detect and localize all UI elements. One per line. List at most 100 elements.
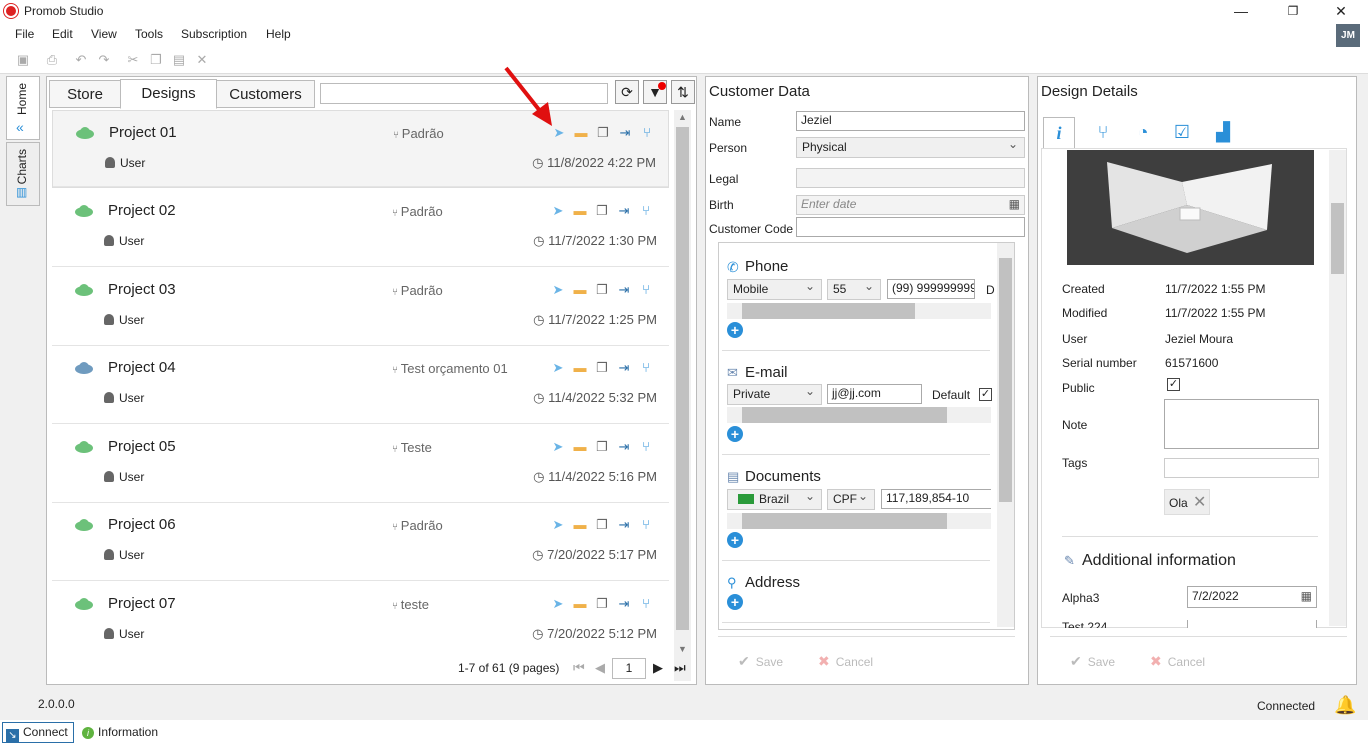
menu-tools[interactable]: Tools [135, 27, 163, 41]
page-number-input[interactable]: 1 [612, 658, 646, 679]
duplicate-icon[interactable]: ❐ [594, 596, 610, 612]
list-scrollbar-thumb[interactable] [676, 127, 689, 630]
add-version-icon[interactable]: ⑂ [638, 439, 654, 455]
tab-store[interactable]: Store [49, 80, 121, 108]
paste-icon[interactable]: ▤ [171, 52, 187, 68]
send-icon[interactable]: ➤ [550, 439, 566, 455]
menu-file[interactable]: File [15, 27, 34, 41]
open-folder-icon[interactable]: ▬ [572, 203, 588, 219]
duplicate-icon[interactable]: ❐ [594, 360, 610, 376]
email-default-checkbox[interactable]: ✓ [979, 388, 992, 401]
alpha3-date-field[interactable]: 7/2/2022 ▦ [1187, 586, 1317, 608]
calendar-icon[interactable]: ▦ [1009, 196, 1020, 213]
redo-icon[interactable]: ↷ [96, 52, 112, 68]
send-icon[interactable]: ➤ [550, 203, 566, 219]
list-item[interactable]: Project 07 User ⑂ teste ◷ 7/20/2022 5:12… [52, 582, 669, 660]
next-field-input[interactable] [1187, 620, 1317, 628]
open-folder-icon[interactable]: ▬ [573, 125, 589, 141]
person-select[interactable]: Physical [796, 135, 1025, 158]
phone-country-code-select[interactable]: 55 [827, 277, 881, 300]
export-icon[interactable]: ⇥ [616, 439, 632, 455]
customer-cancel-button[interactable]: ✖ Cancel [818, 653, 873, 670]
menu-edit[interactable]: Edit [52, 27, 73, 41]
legal-field[interactable] [796, 168, 1025, 188]
open-folder-icon[interactable]: ▬ [572, 596, 588, 612]
phone-number-field[interactable]: (99) 999999999 [887, 279, 975, 299]
send-icon[interactable]: ➤ [550, 596, 566, 612]
contacts-scrollbar-thumb[interactable] [999, 258, 1012, 502]
details-cancel-button[interactable]: ✖ Cancel [1150, 653, 1205, 670]
open-folder-icon[interactable]: ▬ [572, 360, 588, 376]
search-input[interactable] [320, 83, 608, 104]
add-version-icon[interactable]: ⑂ [639, 125, 655, 141]
duplicate-icon[interactable]: ❐ [594, 517, 610, 533]
send-icon[interactable]: ➤ [550, 282, 566, 298]
details-scrollbar-thumb[interactable] [1331, 203, 1344, 274]
copy-icon[interactable]: ❐ [148, 52, 164, 68]
menu-view[interactable]: View [91, 27, 117, 41]
last-page-icon[interactable]: ⏭ [674, 660, 686, 676]
add-address-button[interactable]: + [727, 594, 743, 610]
add-version-icon[interactable]: ⑂ [638, 517, 654, 533]
print-icon[interactable]: ⎙ [44, 52, 60, 68]
export-icon[interactable]: ⇥ [616, 517, 632, 533]
next-page-icon[interactable]: ▶ [653, 660, 663, 676]
phone-hscroll-thumb[interactable] [742, 303, 915, 319]
scroll-up-icon[interactable]: ▲ [678, 112, 687, 122]
email-type-select[interactable]: Private [727, 382, 822, 405]
name-field[interactable]: Jeziel [796, 111, 1025, 131]
documents-hscroll-thumb[interactable] [742, 513, 947, 529]
first-page-icon[interactable]: ⏮ [573, 660, 585, 676]
minimize-button[interactable]: — [1218, 0, 1264, 24]
duplicate-icon[interactable]: ❐ [594, 439, 610, 455]
cut-icon[interactable]: ✂ [125, 52, 141, 68]
document-type-select[interactable]: CPF [827, 487, 875, 510]
tab-history[interactable]: ◔ [1127, 117, 1159, 149]
add-document-button[interactable]: + [727, 532, 743, 548]
add-version-icon[interactable]: ⑂ [638, 282, 654, 298]
email-field[interactable]: jj@jj.com [827, 384, 922, 404]
export-icon[interactable]: ⇥ [617, 125, 633, 141]
details-save-button[interactable]: ✔ Save [1070, 653, 1115, 670]
add-phone-button[interactable]: + [727, 322, 743, 338]
list-item[interactable]: Project 06 User ⑂ Padrão ◷ 7/20/2022 5:1… [52, 503, 669, 581]
undo-icon[interactable]: ↶ [73, 52, 89, 68]
menu-help[interactable]: Help [266, 27, 291, 41]
list-item[interactable]: Project 02 User ⑂ Padrão ◷ 11/7/2022 1:3… [52, 189, 669, 267]
tab-checklist[interactable]: ☑ [1166, 117, 1198, 149]
list-item[interactable]: Project 05 User ⑂ Teste ◷ 11/4/2022 5:16… [52, 425, 669, 503]
menu-subscription[interactable]: Subscription [181, 27, 247, 41]
delete-icon[interactable]: ✕ [194, 52, 210, 68]
export-icon[interactable]: ⇥ [616, 203, 632, 219]
tab-versions[interactable]: ⑂ [1087, 117, 1119, 149]
duplicate-icon[interactable]: ❐ [595, 125, 611, 141]
tab-designs[interactable]: Designs [120, 79, 217, 109]
email-hscroll-thumb[interactable] [742, 407, 947, 423]
send-icon[interactable]: ➤ [550, 517, 566, 533]
document-country-select[interactable]: Brazil [727, 487, 822, 510]
duplicate-icon[interactable]: ❐ [594, 203, 610, 219]
user-avatar[interactable]: JM [1336, 24, 1360, 47]
add-version-icon[interactable]: ⑂ [638, 360, 654, 376]
calendar-icon[interactable]: ▦ [1301, 587, 1312, 606]
customer-save-button[interactable]: ✔ Save [738, 653, 783, 670]
phone-type-select[interactable]: Mobile [727, 277, 822, 300]
refresh-button[interactable]: ⟳ [615, 80, 639, 104]
close-button[interactable]: ✕ [1318, 0, 1364, 24]
side-tab-charts[interactable]: Charts ▥ [6, 142, 40, 206]
scroll-down-icon[interactable]: ▼ [678, 644, 687, 654]
prev-page-icon[interactable]: ◀ [595, 660, 605, 676]
save-icon[interactable]: ▣ [15, 52, 31, 68]
add-version-icon[interactable]: ⑂ [638, 596, 654, 612]
tab-customers[interactable]: Customers [216, 80, 315, 108]
document-number-field[interactable]: 117,189,854-10 [881, 489, 991, 509]
export-icon[interactable]: ⇥ [616, 596, 632, 612]
list-item[interactable]: Project 04 User ⑂ Test orçamento 01 ◷ 11… [52, 346, 669, 424]
connect-button[interactable]: ↘ Connect [2, 722, 74, 743]
send-icon[interactable]: ➤ [550, 360, 566, 376]
tab-charts[interactable]: ▟ [1207, 117, 1239, 149]
list-item[interactable]: Project 01 User ⑂ Padrão ◷ 11/8/2022 4:2… [52, 110, 669, 188]
maximize-button[interactable]: ❐ [1270, 0, 1316, 24]
add-email-button[interactable]: + [727, 426, 743, 442]
duplicate-icon[interactable]: ❐ [594, 282, 610, 298]
